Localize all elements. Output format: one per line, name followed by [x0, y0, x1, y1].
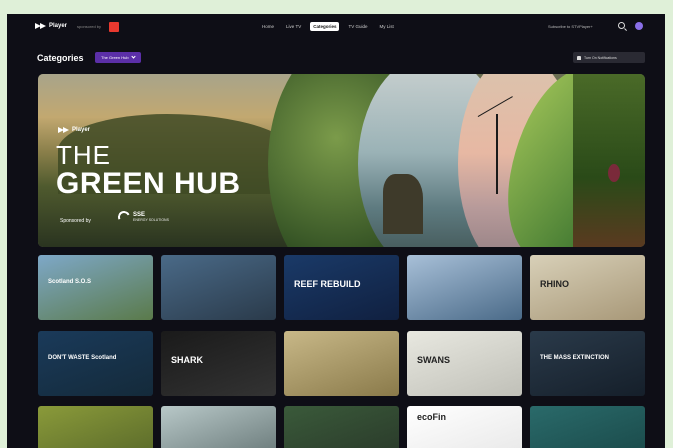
show-tile[interactable]: SHARK — [161, 331, 276, 396]
menu-item-categories[interactable]: Categories — [310, 22, 340, 31]
hero-image-cliff — [383, 174, 423, 234]
show-tile[interactable] — [38, 406, 153, 448]
show-tile[interactable]: REEF REBUILD — [284, 255, 399, 320]
player-logo[interactable]: Player — [35, 23, 67, 29]
top-nav: Player sponsored by Home Live TV Categor… — [7, 14, 665, 42]
show-tile-title: THE MASS EXTINCTION — [540, 355, 610, 361]
show-tile[interactable] — [284, 331, 399, 396]
filter-label: The Green Hub — [101, 55, 129, 60]
show-tile-title: ecoFin — [417, 412, 447, 422]
sponsor-text: sponsored by — [77, 24, 102, 29]
hero-image-fruit — [608, 164, 620, 182]
show-tile[interactable]: THE MASS EXTINCTION — [530, 331, 645, 396]
subscribe-link[interactable]: Subscribe to STVPlayer+ — [548, 24, 593, 29]
category-filter-dropdown[interactable]: The Green Hub — [95, 52, 141, 63]
menu-item-tv-guide[interactable]: TV Guide — [345, 22, 370, 31]
hero-image-tree — [573, 74, 645, 247]
sse-subtitle: ENERGY SOLUTIONS — [133, 218, 169, 222]
player-logo-icon — [35, 23, 46, 29]
show-tile[interactable] — [407, 255, 522, 320]
show-tile[interactable] — [530, 406, 645, 448]
show-tile[interactable] — [161, 255, 276, 320]
sponsor-logo-icon — [109, 22, 119, 32]
hero-sponsored-by: Sponsored by — [60, 218, 91, 224]
sse-swoosh-icon — [116, 209, 132, 225]
show-tile[interactable]: ecoFin — [407, 406, 522, 448]
bell-icon — [577, 55, 581, 60]
show-tile[interactable]: SWANS — [407, 331, 522, 396]
hero-title-line1: THE — [56, 140, 111, 170]
show-tile-title: REEF REBUILD — [294, 279, 361, 289]
app-screen: Player sponsored by Home Live TV Categor… — [7, 14, 665, 448]
player-logo-icon — [58, 127, 69, 133]
show-tile-title: DON'T WASTE Scotland — [48, 355, 117, 361]
show-tile-title: Scotland S.O.S — [48, 279, 92, 285]
menu-item-home[interactable]: Home — [259, 22, 277, 31]
hero-logo-text: Player — [72, 127, 91, 133]
search-icon[interactable] — [618, 22, 625, 29]
show-tile[interactable] — [161, 406, 276, 448]
chevron-down-icon — [130, 54, 136, 59]
show-tile[interactable]: DON'T WASTE Scotland — [38, 331, 153, 396]
show-tile[interactable] — [284, 406, 399, 448]
page-title: Categories — [37, 53, 84, 63]
menu-item-live-tv[interactable]: Live TV — [283, 22, 304, 31]
wind-turbine-icon — [496, 114, 498, 194]
sse-logo: SSE ENERGY SOLUTIONS — [116, 209, 169, 225]
notifications-button[interactable]: Turn On Notifications — [573, 52, 645, 63]
logo-text: Player — [49, 23, 68, 29]
notifications-label: Turn On Notifications — [584, 55, 617, 60]
show-tile-title: SHARK — [171, 355, 204, 365]
show-tile-title: RHINO — [540, 279, 569, 289]
show-tile-title: SWANS — [417, 355, 451, 365]
hero-title-line2: GREEN HUB — [56, 167, 241, 200]
menu-item-my-list[interactable]: My List — [376, 22, 396, 31]
main-menu: Home Live TV Categories TV Guide My List — [259, 22, 397, 31]
hero-player-logo: Player — [58, 127, 90, 133]
show-tile[interactable]: RHINO — [530, 255, 645, 320]
hero-banner[interactable]: Player THE GREEN HUB Sponsored by SSE EN… — [38, 74, 645, 247]
show-tile[interactable]: Scotland S.O.S — [38, 255, 153, 320]
avatar[interactable] — [635, 22, 643, 30]
